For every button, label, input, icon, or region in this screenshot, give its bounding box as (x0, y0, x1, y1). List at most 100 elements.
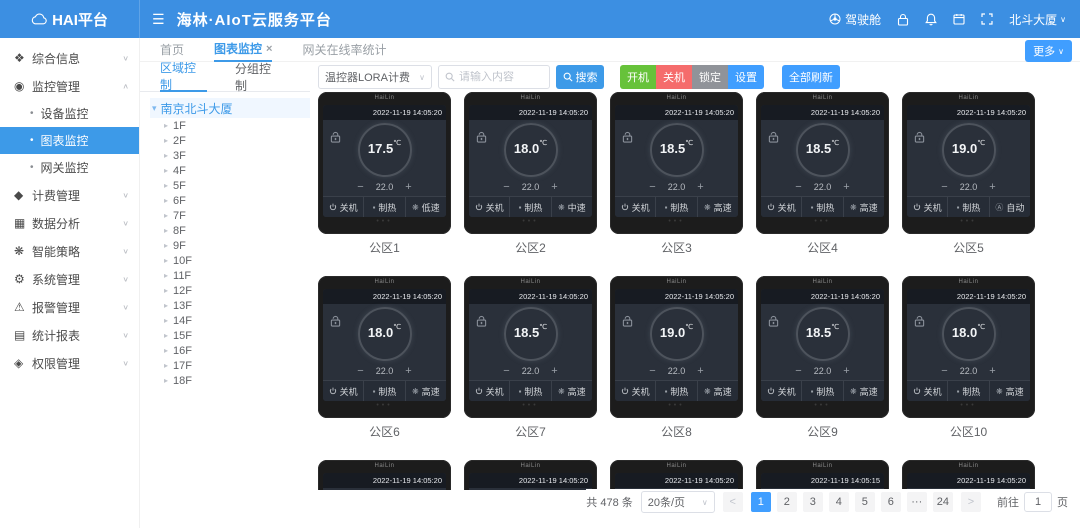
temp-decrease-button[interactable]: − (357, 181, 363, 193)
goto-page-input[interactable] (1024, 492, 1052, 512)
panel-tab[interactable]: 分组控制 (235, 62, 282, 92)
fan-status[interactable]: ❋ 高速 (844, 197, 884, 217)
tree-floor-node[interactable]: ▸17F (150, 358, 310, 373)
power-status[interactable]: 关机 (907, 197, 948, 217)
temp-decrease-button[interactable]: − (649, 181, 655, 193)
fan-status[interactable]: ❋ 高速 (406, 381, 446, 401)
close-tab-icon[interactable]: × (266, 43, 272, 55)
temp-increase-button[interactable]: + (843, 181, 849, 193)
device-card[interactable]: HaiLin 2022-11-19 14:05:20 19.0 ℃ − 22.0… (902, 92, 1035, 256)
lock-icon[interactable] (897, 13, 909, 26)
sidebar-subitem[interactable]: •图表监控 (0, 127, 139, 154)
device-card[interactable]: HaiLin 2022-11-19 14:05:20 17.5 ℃ − 22.0… (318, 92, 451, 256)
page-number-button[interactable]: 2 (777, 492, 797, 512)
mode-status[interactable]: ▪ 制热 (656, 197, 697, 217)
temp-decrease-button[interactable]: − (503, 365, 509, 377)
temp-increase-button[interactable]: + (697, 181, 703, 193)
temp-decrease-button[interactable]: − (649, 365, 655, 377)
tree-floor-node[interactable]: ▸1F (150, 118, 310, 133)
device-card[interactable]: HaiLin 2022-11-19 14:05:20 18.5 ℃ − 22.0… (610, 92, 743, 256)
temp-decrease-button[interactable]: − (503, 181, 509, 193)
tree-floor-node[interactable]: ▸13F (150, 298, 310, 313)
sidebar-subitem[interactable]: •设备监控 (0, 100, 139, 127)
sidebar-item[interactable]: ❖ 综合信息 ∨ (0, 44, 139, 72)
device-card[interactable]: HaiLin 2022-11-19 14:05:20 18.5 ℃ − 22.0… (464, 276, 597, 440)
temp-decrease-button[interactable]: − (357, 365, 363, 377)
device-type-select[interactable]: 温控器LORA计费 ∨ (318, 65, 432, 89)
fan-status[interactable]: ❋ 低速 (406, 197, 446, 217)
mode-status[interactable]: ▪ 制热 (510, 197, 551, 217)
device-card[interactable]: HaiLin 2022-11-19 14:05:20 18.0 ℃ − 22.0… (902, 276, 1035, 440)
tree-floor-node[interactable]: ▸16F (150, 343, 310, 358)
fan-status[interactable]: ❋ 高速 (990, 381, 1030, 401)
temp-increase-button[interactable]: + (405, 365, 411, 377)
device-card[interactable]: HaiLin 2022-11-19 14:05:15 20.5 ℃ − + (756, 460, 889, 490)
more-pages-button[interactable]: ··· (907, 492, 927, 512)
power-status[interactable]: 关机 (323, 381, 364, 401)
mode-status[interactable]: ▪ 制热 (510, 381, 551, 401)
power-status[interactable]: 关机 (615, 381, 656, 401)
tree-floor-node[interactable]: ▸14F (150, 313, 310, 328)
device-card[interactable]: HaiLin 2022-11-19 14:05:20 18.5 ℃ − 22.0… (756, 92, 889, 256)
tree-floor-node[interactable]: ▸7F (150, 208, 310, 223)
tree-floor-node[interactable]: ▸8F (150, 223, 310, 238)
power-status[interactable]: 关机 (615, 197, 656, 217)
power-on-button[interactable]: 开机 (620, 65, 656, 89)
next-page-button[interactable]: > (961, 492, 981, 512)
tree-floor-node[interactable]: ▸6F (150, 193, 310, 208)
device-card[interactable]: HaiLin 2022-11-19 14:05:20 18.5 ℃ − 22.0… (756, 276, 889, 440)
power-status[interactable]: 关机 (323, 197, 364, 217)
search-input[interactable] (459, 71, 543, 83)
tree-floor-node[interactable]: ▸5F (150, 178, 310, 193)
device-card[interactable]: HaiLin 2022-11-19 14:05:20 20.0 ℃ − + (610, 460, 743, 490)
more-button[interactable]: 更多∨ (1025, 40, 1072, 62)
power-status[interactable]: 关机 (469, 381, 510, 401)
tree-floor-node[interactable]: ▸3F (150, 148, 310, 163)
temp-increase-button[interactable]: + (989, 181, 995, 193)
page-tab[interactable]: 首页 (160, 38, 184, 62)
page-number-button[interactable]: 6 (881, 492, 901, 512)
menu-collapse-icon[interactable]: ☰ (152, 11, 165, 28)
cockpit-button[interactable]: 驾驶舱 (829, 11, 881, 28)
site-selector[interactable]: 北斗大厦 ∨ (1009, 11, 1066, 28)
settings-button[interactable]: 设置 (728, 65, 764, 89)
power-off-button[interactable]: 关机 (656, 65, 692, 89)
mode-status[interactable]: ▪ 制热 (802, 197, 843, 217)
device-card[interactable]: HaiLin 2022-11-19 14:05:20 18.0 ℃ − + (318, 460, 451, 490)
panel-tab[interactable]: 区域控制 (160, 62, 207, 92)
fan-status[interactable]: ❋ 中速 (552, 197, 592, 217)
tree-floor-node[interactable]: ▸4F (150, 163, 310, 178)
tree-floor-node[interactable]: ▸18F (150, 373, 310, 388)
tree-floor-node[interactable]: ▸11F (150, 268, 310, 283)
fullscreen-icon[interactable] (981, 13, 993, 25)
temp-decrease-button[interactable]: − (795, 365, 801, 377)
sidebar-item[interactable]: ⚠ 报警管理 ∨ (0, 293, 139, 321)
fan-status[interactable]: ❋ 高速 (844, 381, 884, 401)
mode-status[interactable]: ▪ 制热 (802, 381, 843, 401)
mode-status[interactable]: ▪ 制热 (948, 197, 989, 217)
sidebar-item[interactable]: ❋ 智能策略 ∨ (0, 237, 139, 265)
temp-increase-button[interactable]: + (405, 181, 411, 193)
temp-decrease-button[interactable]: − (795, 181, 801, 193)
sidebar-item[interactable]: ◆ 计费管理 ∨ (0, 181, 139, 209)
sidebar-item[interactable]: ◈ 权限管理 ∨ (0, 349, 139, 377)
tree-floor-node[interactable]: ▸2F (150, 133, 310, 148)
fan-status[interactable]: ❋ 高速 (698, 381, 738, 401)
temp-increase-button[interactable]: + (843, 365, 849, 377)
temp-increase-button[interactable]: + (551, 365, 557, 377)
device-card[interactable]: HaiLin 2022-11-19 14:05:20 18.0 ℃ − 22.0… (318, 276, 451, 440)
page-number-button[interactable]: 24 (933, 492, 953, 512)
tree-floor-node[interactable]: ▸10F (150, 253, 310, 268)
mode-status[interactable]: ▪ 制热 (948, 381, 989, 401)
page-tab[interactable]: 网关在线率统计 (302, 38, 386, 62)
temp-increase-button[interactable]: + (551, 181, 557, 193)
temp-decrease-button[interactable]: − (941, 181, 947, 193)
mode-status[interactable]: ▪ 制热 (656, 381, 697, 401)
sidebar-item[interactable]: ⚙ 系统管理 ∨ (0, 265, 139, 293)
prev-page-button[interactable]: < (723, 492, 743, 512)
sidebar-item[interactable]: ◉ 监控管理 ∧ (0, 72, 139, 100)
tree-floor-node[interactable]: ▸9F (150, 238, 310, 253)
bell-icon[interactable] (925, 13, 937, 26)
platform-logo[interactable]: HAI平台 (0, 0, 140, 38)
sidebar-item[interactable]: ▦ 数据分析 ∨ (0, 209, 139, 237)
